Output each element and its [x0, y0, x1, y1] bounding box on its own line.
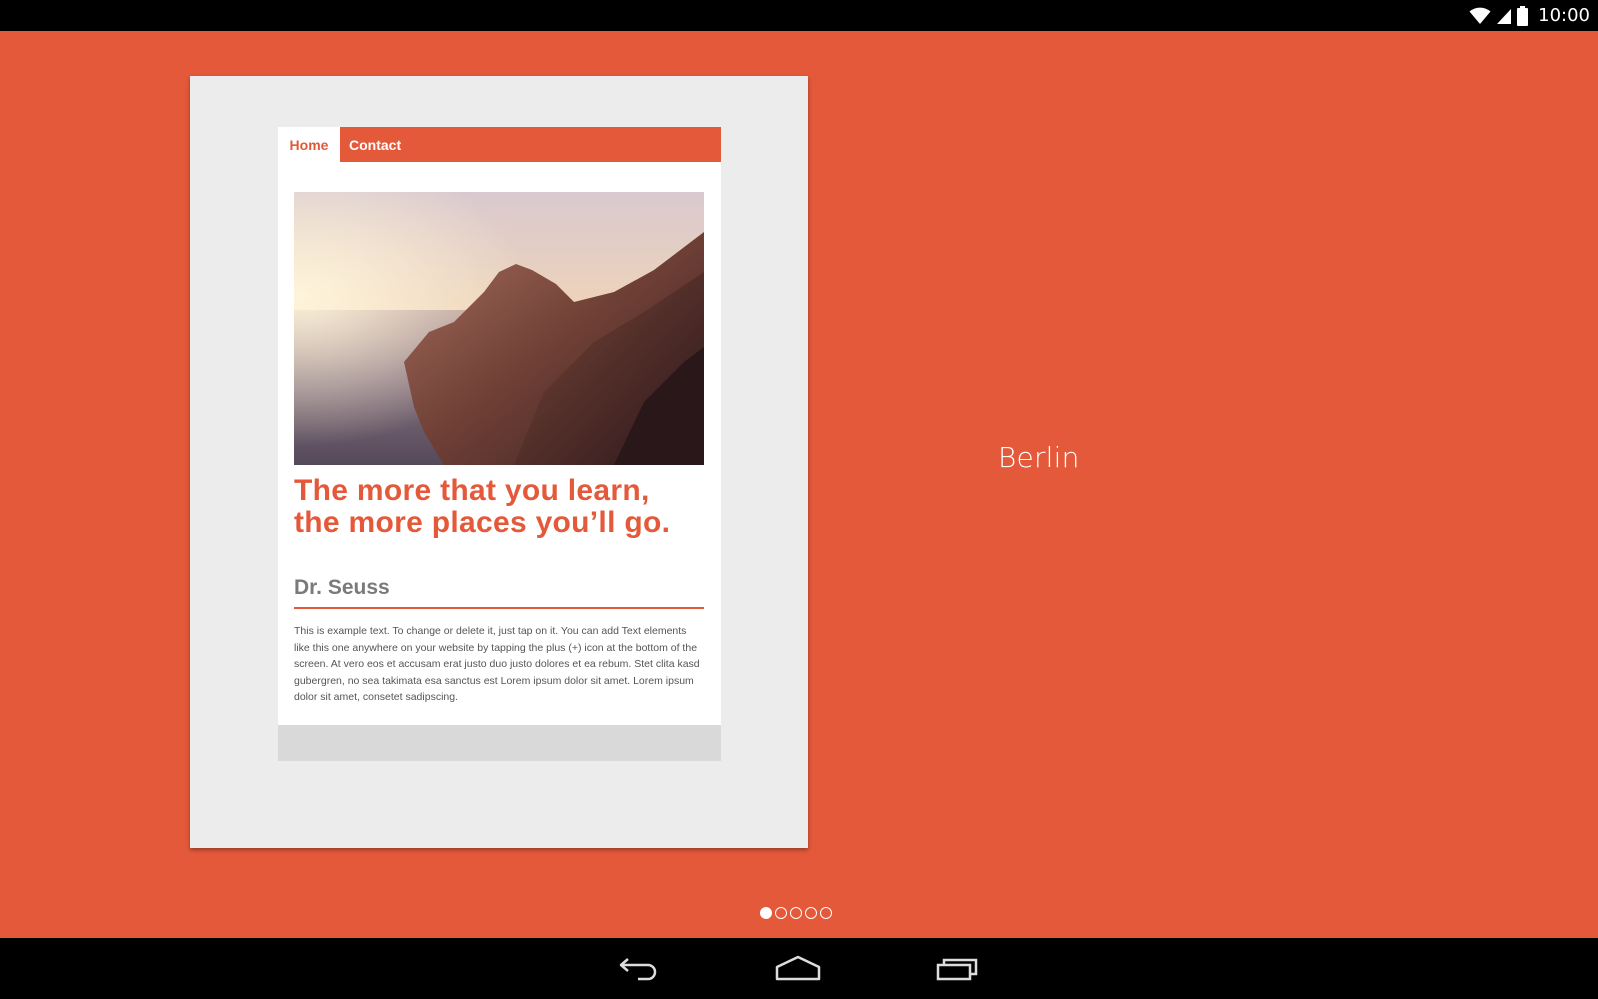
- site-footer: [278, 725, 721, 761]
- page-dot-1[interactable]: [760, 907, 772, 919]
- hero-image: [294, 192, 704, 465]
- recents-icon: [936, 958, 978, 981]
- theme-picker: Home Contact The more that you learn, th…: [0, 31, 1598, 938]
- theme-name: Berlin: [998, 441, 1080, 474]
- site-nav-bar: Home Contact: [278, 127, 721, 162]
- recents-button[interactable]: [928, 946, 988, 990]
- home-button[interactable]: [768, 946, 828, 990]
- page-dot-5[interactable]: [820, 907, 832, 919]
- status-bar: 10:00: [0, 0, 1598, 31]
- site-nav-home: Home: [278, 127, 340, 162]
- divider: [294, 607, 704, 609]
- cell-signal-icon: [1497, 8, 1512, 24]
- battery-icon: [1517, 5, 1529, 26]
- status-time: 10:00: [1538, 5, 1590, 26]
- website-preview: Home Contact The more that you learn, th…: [278, 127, 721, 761]
- quote-author: Dr. Seuss: [294, 576, 390, 599]
- site-nav-contact: Contact: [349, 136, 402, 153]
- back-icon: [619, 958, 657, 981]
- page-indicator: [760, 907, 832, 919]
- system-nav-bar: [0, 938, 1598, 999]
- page-dot-3[interactable]: [790, 907, 802, 919]
- page-dot-2[interactable]: [775, 907, 787, 919]
- status-icons: 10:00: [1469, 4, 1590, 27]
- back-button[interactable]: [610, 946, 670, 990]
- page-dot-4[interactable]: [805, 907, 817, 919]
- wifi-icon: [1469, 7, 1491, 24]
- quote-heading: The more that you learn, the more places…: [294, 474, 671, 539]
- home-icon: [775, 955, 821, 981]
- body-text: This is example text. To change or delet…: [294, 625, 700, 704]
- theme-preview-card[interactable]: Home Contact The more that you learn, th…: [190, 76, 808, 848]
